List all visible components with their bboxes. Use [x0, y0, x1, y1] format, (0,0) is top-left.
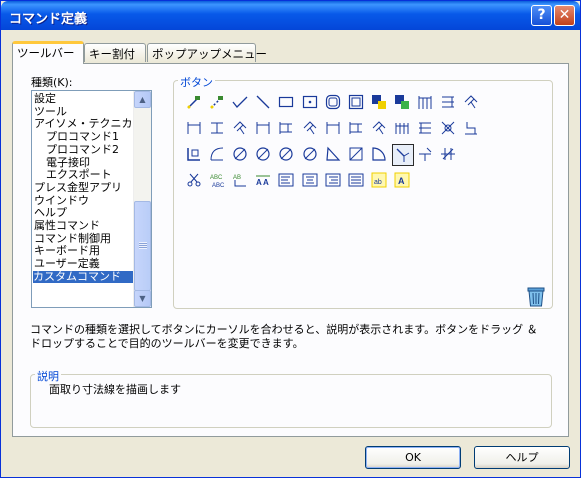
category-scrollbar[interactable]: ▲ ▼ [133, 91, 151, 307]
svg-text:ab: ab [374, 179, 382, 186]
window-title: コマンド定義 [9, 12, 88, 27]
tab-panel: 種類(K): 設定 ツール アイソメ・テクニカル プロコマンド1 プロコマンド2 電子接印… [12, 63, 569, 437]
button-group-label: ボタン [178, 74, 215, 90]
dimension-right-icon[interactable] [415, 118, 437, 140]
title-help-button[interactable]: ? [531, 5, 552, 26]
text-align-right-icon[interactable] [323, 170, 345, 192]
category-item[interactable]: キーボード用 [34, 245, 100, 257]
instruction-text: コマンドの種類を選択してボタンにカーソルを合わせると、説明が表示されます。ボタン… [30, 323, 538, 350]
category-item[interactable]: プロコマンド2 [34, 143, 119, 156]
chamfer-dimension-icon[interactable] [391, 144, 414, 166]
category-item[interactable]: エクスポート [34, 169, 112, 181]
help-button[interactable]: ヘルプ [474, 446, 570, 469]
leader-icon[interactable] [415, 144, 437, 166]
dimension-angle-icon[interactable] [369, 118, 391, 140]
dimension-angle-icon[interactable] [230, 118, 252, 140]
category-item[interactable]: アイソメ・テクニカル [34, 118, 143, 130]
svg-text:A: A [256, 178, 262, 187]
text-leader-icon[interactable]: AB [230, 170, 252, 192]
dimension-vert-icon[interactable] [276, 118, 298, 140]
text-justify-icon[interactable] [346, 170, 368, 192]
button-group: ボタン ABC ABC AB A Aab A [173, 74, 553, 309]
tab-toolbar[interactable]: ツールバー [12, 41, 84, 64]
category-item[interactable]: 電子接印 [34, 156, 90, 169]
category-label: 種類(K): [31, 76, 73, 89]
yellow-text-a-icon[interactable]: A [392, 170, 414, 192]
category-item[interactable]: ユーザー定義 [34, 258, 100, 270]
ok-button[interactable]: OK [365, 446, 461, 469]
rectangle-dot-icon[interactable] [300, 92, 322, 114]
svg-text:ABC: ABC [212, 183, 225, 188]
title-close-button[interactable]: ✕ [554, 5, 575, 26]
text-align-left-icon[interactable] [276, 170, 298, 192]
category-item[interactable]: プレス金型アプリ [34, 181, 122, 194]
tab-popup-menu[interactable]: ポップアップメニュー [147, 43, 267, 62]
category-item[interactable]: ウインドウ [34, 194, 89, 207]
diagonal-line-icon[interactable] [253, 92, 275, 114]
circle-slash-icon[interactable] [276, 144, 298, 166]
scroll-thumb[interactable] [134, 201, 151, 291]
cross-dimension-icon[interactable] [438, 118, 460, 140]
scissors-icon[interactable] [184, 170, 206, 192]
check-angle-icon[interactable] [230, 92, 252, 114]
question-icon: ? [537, 7, 546, 23]
cross-hatch-icon[interactable] [438, 144, 460, 166]
dimension-bracket-icon[interactable] [207, 118, 229, 140]
title-bar[interactable]: コマンド定義 ? ✕ [1, 1, 580, 30]
category-item[interactable]: 設定 [34, 93, 56, 105]
tab-key-assign[interactable]: キー割付 [84, 43, 146, 62]
rounded-square-icon[interactable] [323, 92, 345, 114]
square-slash-icon[interactable] [346, 144, 368, 166]
command-definition-dialog: コマンド定義 ? ✕ ツールバー キー割付 ポップアップメニュー 種類(K): … [0, 0, 581, 478]
rectangle-icon[interactable] [276, 92, 298, 114]
svg-text:AB: AB [233, 175, 241, 181]
description-group: 説明 面取り寸法線を描画します [30, 368, 552, 428]
scroll-down-button[interactable]: ▼ [134, 290, 151, 307]
svg-text:A: A [398, 176, 405, 186]
circle-slash-icon[interactable] [300, 144, 322, 166]
description-text: 面取り寸法線を描画します [49, 383, 181, 396]
svg-text:A: A [263, 178, 269, 187]
dimension-angle-icon[interactable] [461, 92, 483, 114]
recycle-bin-icon[interactable] [524, 283, 548, 309]
category-item[interactable]: ヘルプ [34, 207, 67, 219]
dimension-span-icon[interactable] [253, 118, 275, 140]
arc-dimension-icon[interactable] [207, 144, 229, 166]
dimension-stack-icon[interactable] [438, 92, 460, 114]
green-block-icon[interactable] [392, 92, 414, 114]
circle-slash-icon[interactable] [253, 144, 275, 166]
double-square-icon[interactable] [346, 92, 368, 114]
category-listbox[interactable]: 設定 ツール アイソメ・テクニカル プロコマンド1 プロコマンド2 電子接印 エクスポートプ… [31, 90, 152, 308]
ordinate-icon[interactable] [461, 118, 483, 140]
dimension-multi-icon[interactable] [392, 118, 414, 140]
yellow-block-icon[interactable] [369, 92, 391, 114]
category-item[interactable]: プロコマンド1 [34, 131, 119, 143]
dimension-h-icon[interactable] [415, 92, 437, 114]
l-shape-icon[interactable] [184, 144, 206, 166]
dimension-span-icon[interactable] [184, 118, 206, 140]
scroll-up-button[interactable]: ▲ [134, 91, 151, 108]
category-item[interactable]: コマンド制御用 [34, 232, 111, 245]
text-align-center-icon[interactable] [300, 170, 322, 192]
category-item[interactable]: 属性コマンド [34, 220, 100, 232]
category-item[interactable]: ツール [34, 105, 67, 118]
yellow-text-box-icon[interactable]: ab [369, 170, 391, 192]
close-icon: ✕ [558, 7, 571, 23]
triangle-icon[interactable] [323, 144, 345, 166]
chevron-up-icon: ▲ [139, 95, 146, 104]
quarter-arc-icon[interactable] [369, 144, 391, 166]
chevron-down-icon: ▼ [139, 294, 146, 303]
line-pen-icon[interactable] [184, 92, 206, 114]
dimension-span-icon[interactable] [323, 118, 345, 140]
scroll-grip-icon [139, 242, 147, 249]
dimension-angle-icon[interactable] [300, 118, 322, 140]
circle-slash-icon[interactable] [230, 144, 252, 166]
dimension-vert-icon[interactable] [346, 118, 368, 140]
svg-text:ABC: ABC [210, 175, 223, 181]
abc-replace-icon[interactable]: ABC ABC [207, 170, 229, 192]
line-pen-dotted-icon[interactable] [207, 92, 229, 114]
category-item[interactable]: カスタムコマンド [33, 270, 136, 283]
text-aa-icon[interactable]: AA [253, 170, 275, 192]
